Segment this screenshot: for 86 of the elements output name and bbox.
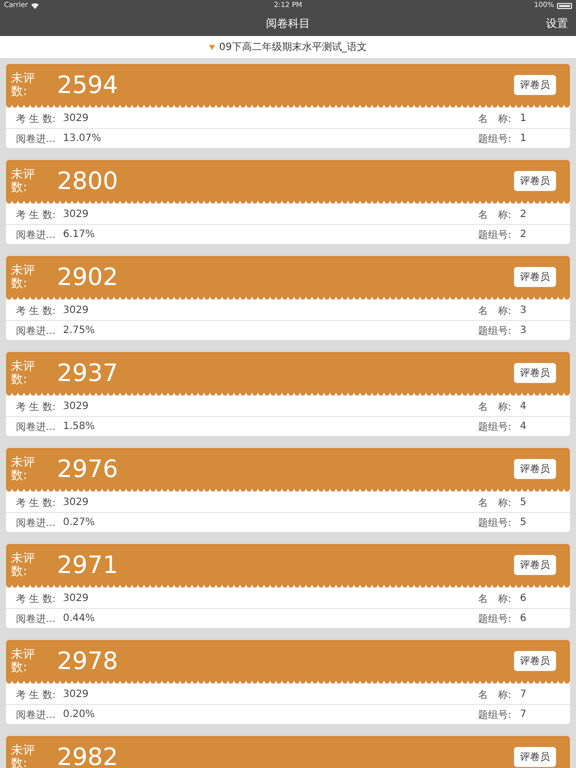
- unreviewed-count: 2978: [57, 646, 118, 674]
- field-value: 1: [520, 113, 528, 124]
- field-value: 5: [520, 497, 528, 508]
- unreviewed-count: 2800: [57, 166, 118, 194]
- field-value: 3029: [63, 497, 88, 508]
- unreviewed-label: 未评数:: [11, 648, 36, 674]
- field-label: 考 生 数:: [16, 208, 57, 222]
- field-label: 题组号:: [478, 132, 512, 146]
- field-label: 题组号:: [478, 324, 512, 338]
- field-label: 阅卷进...: [16, 324, 57, 338]
- unreviewed-label: 未评数:: [11, 552, 36, 578]
- field-label: 名 称:: [478, 592, 512, 606]
- field-value: 3029: [63, 689, 88, 700]
- field-label: 阅卷进...: [16, 228, 57, 242]
- field-label: 阅卷进...: [16, 132, 57, 146]
- field-label: 阅卷进...: [16, 516, 57, 530]
- field-value: 0.27%: [63, 517, 95, 528]
- grader-button[interactable]: 评卷员: [514, 746, 556, 766]
- grader-button[interactable]: 评卷员: [514, 170, 556, 190]
- unreviewed-count: 2594: [57, 70, 118, 98]
- field-label: 名 称:: [478, 496, 512, 510]
- field-value: 3029: [63, 305, 88, 316]
- unreviewed-label: 未评数:: [11, 744, 36, 768]
- field-label: 名 称:: [478, 208, 512, 222]
- field-value: 7: [520, 689, 528, 700]
- field-label: 阅卷进...: [16, 420, 57, 434]
- exam-dropdown[interactable]: 09下高二年级期末水平测试_语文: [209, 40, 367, 54]
- field-label: 考 生 数:: [16, 592, 57, 606]
- field-value: 3029: [63, 209, 88, 220]
- field-value: 3029: [63, 113, 88, 124]
- field-label: 名 称:: [478, 112, 512, 126]
- field-value: 1.58%: [63, 421, 95, 432]
- field-label: 题组号:: [478, 516, 512, 530]
- field-value: 2: [520, 229, 528, 240]
- field-value: 2: [520, 209, 528, 220]
- unreviewed-label: 未评数:: [11, 72, 36, 98]
- field-label: 名 称:: [478, 400, 512, 414]
- grader-button[interactable]: 评卷员: [514, 554, 556, 574]
- field-value: 4: [520, 401, 528, 412]
- field-label: 考 生 数:: [16, 304, 57, 318]
- field-label: 考 生 数:: [16, 400, 57, 414]
- field-value: 6: [520, 593, 528, 604]
- field-value: 0.44%: [63, 613, 95, 624]
- field-label: 题组号:: [478, 708, 512, 722]
- field-value: 6: [520, 613, 528, 624]
- unreviewed-label: 未评数:: [11, 456, 36, 482]
- field-label: 阅卷进...: [16, 708, 57, 722]
- nav-title: 阅卷科目: [266, 16, 310, 31]
- unreviewed-label: 未评数:: [11, 264, 36, 290]
- unreviewed-count: 2937: [57, 358, 118, 386]
- dropdown-triangle-icon: [209, 44, 216, 50]
- field-value: 3: [520, 325, 528, 336]
- field-value: 7: [520, 709, 528, 720]
- field-value: 3029: [63, 401, 88, 412]
- battery-icon: [557, 2, 572, 8]
- unreviewed-count: 2971: [57, 550, 118, 578]
- field-value: 6.17%: [63, 229, 95, 240]
- settings-button[interactable]: 设置: [538, 16, 568, 31]
- unreviewed-count: 2902: [57, 262, 118, 290]
- field-label: 考 生 数:: [16, 688, 57, 702]
- field-value: 4: [520, 421, 528, 432]
- field-value: 3: [520, 305, 528, 316]
- field-label: 题组号:: [478, 612, 512, 626]
- unreviewed-label: 未评数:: [11, 360, 36, 386]
- field-value: 3029: [63, 593, 88, 604]
- field-value: 1: [520, 133, 528, 144]
- field-label: 考 生 数:: [16, 112, 57, 126]
- unreviewed-count: 2976: [57, 454, 118, 482]
- grader-button[interactable]: 评卷员: [514, 362, 556, 382]
- field-label: 名 称:: [478, 688, 512, 702]
- field-value: 0.20%: [63, 709, 95, 720]
- field-value: 13.07%: [63, 133, 102, 144]
- field-label: 名 称:: [478, 304, 512, 318]
- field-label: 考 生 数:: [16, 496, 57, 510]
- grader-button[interactable]: 评卷员: [514, 650, 556, 670]
- grader-button[interactable]: 评卷员: [514, 74, 556, 94]
- wifi-icon: [30, 2, 39, 8]
- unreviewed-label: 未评数:: [11, 168, 36, 194]
- field-label: 题组号:: [478, 228, 512, 242]
- field-value: 5: [520, 517, 528, 528]
- grader-button[interactable]: 评卷员: [514, 458, 556, 478]
- field-label: 阅卷进...: [16, 612, 57, 626]
- unreviewed-count: 2982: [57, 742, 118, 768]
- field-value: 2.75%: [63, 325, 95, 336]
- field-label: 题组号:: [478, 420, 512, 434]
- grader-button[interactable]: 评卷员: [514, 266, 556, 286]
